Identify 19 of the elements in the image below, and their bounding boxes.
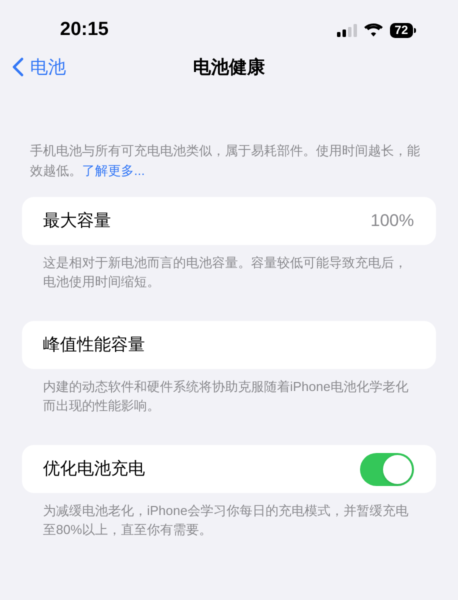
status-time: 20:15 (60, 18, 109, 42)
row-label: 峰值性能容量 (43, 334, 145, 356)
signal-icon (336, 24, 357, 36)
toggle-switch[interactable] (360, 452, 414, 486)
section-footer: 内建的动态软件和硬件系统将协助克服随着iPhone电池化学老化而出现的性能影响。 (43, 377, 415, 415)
row-label: 优化电池充电 (43, 458, 145, 480)
settings-row[interactable]: 最大容量 100% (22, 197, 436, 245)
settings-row[interactable]: 峰值性能容量 (22, 321, 436, 369)
battery-indicator: 72 (390, 22, 413, 38)
learn-more-link[interactable]: 了解更多... (82, 163, 145, 178)
row-value: 100% (370, 210, 414, 232)
wifi-icon (364, 23, 383, 37)
section-footer: 这是相对于新电池而言的电池容量。容量较低可能导致充电后，电池使用时间缩短。 (43, 253, 415, 291)
chevron-left-icon (12, 57, 24, 77)
page-title: 电池健康 (193, 56, 265, 78)
section-footer: 为减缓电池老化，iPhone会学习你每日的充电模式，并暂缓充电至80%以上，直至你有需要。 (43, 501, 415, 539)
back-button[interactable]: 电池 (0, 54, 66, 80)
intro-text: 手机电池与所有可充电电池类似，属于易耗部件。使用时间越长，能效越低。了解更多... (30, 142, 421, 180)
row-label: 最大容量 (43, 210, 111, 232)
